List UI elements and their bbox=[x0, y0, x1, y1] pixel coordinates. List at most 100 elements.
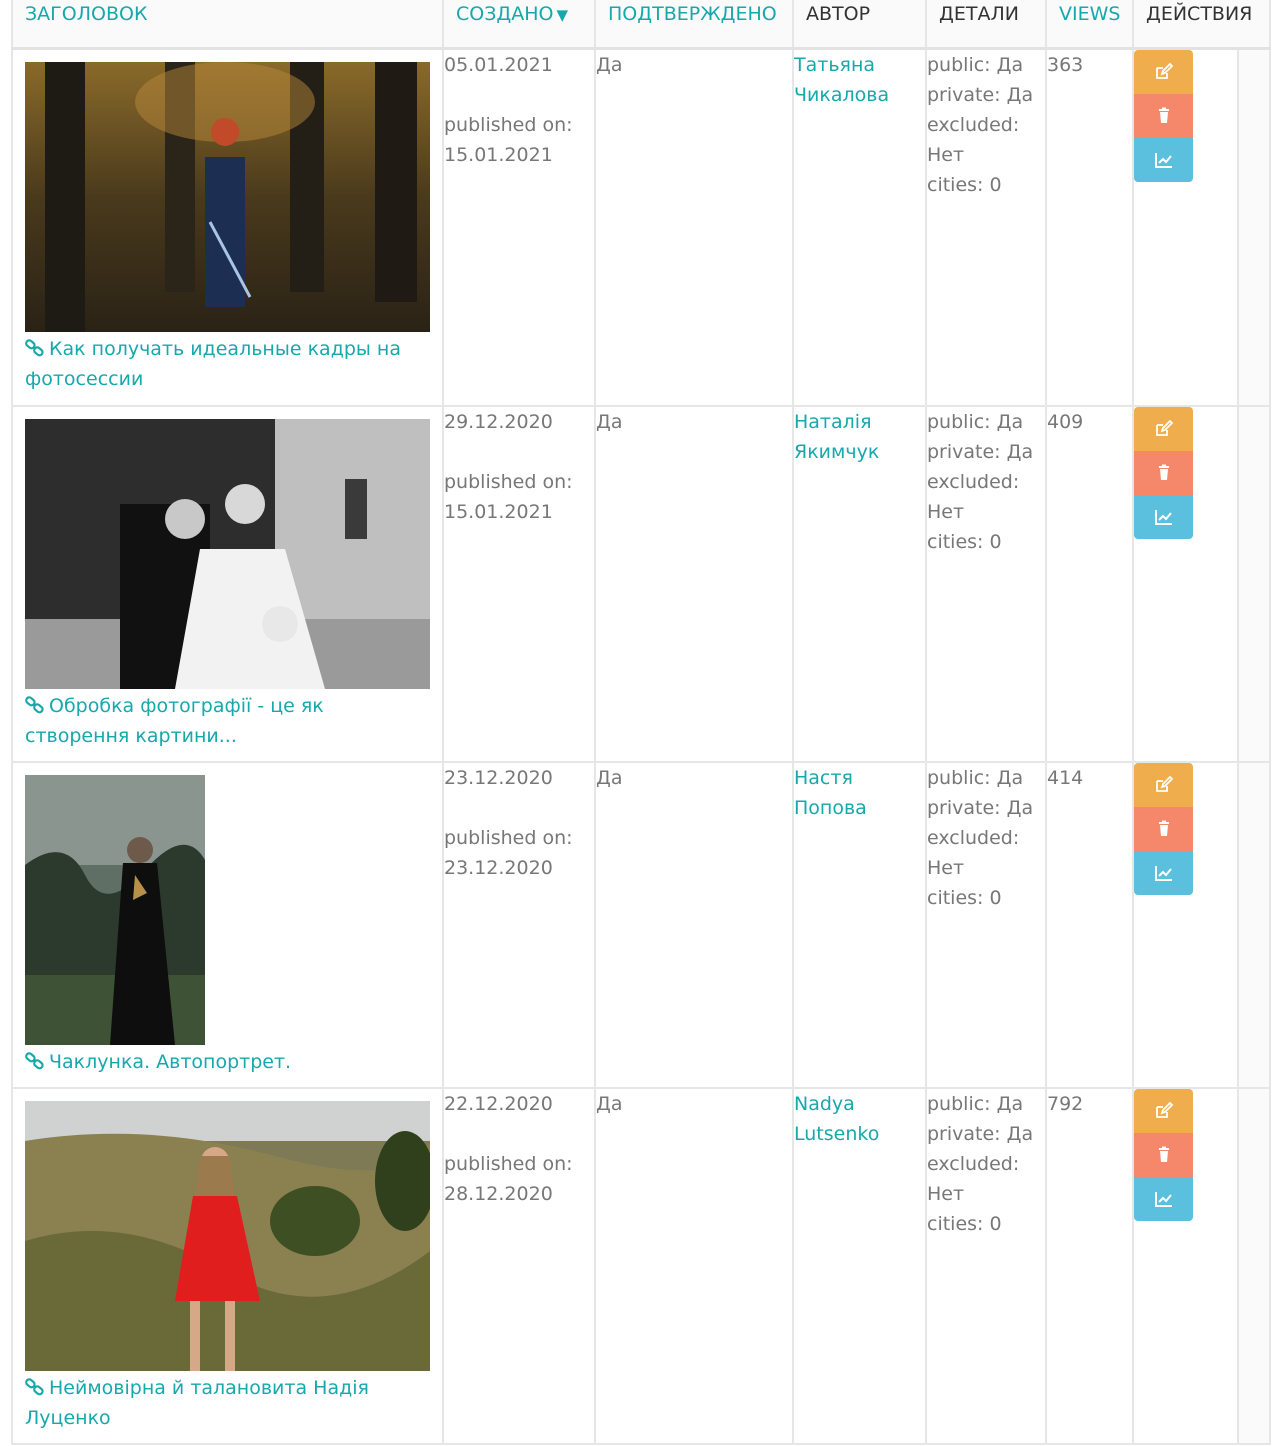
author-cell: Настя Попова bbox=[792, 761, 927, 1089]
actions-cell bbox=[1132, 1087, 1239, 1445]
column-created-label: Создано bbox=[456, 3, 554, 25]
post-title-link[interactable]: Чаклунка. Автопортрет. bbox=[25, 1047, 430, 1077]
stats-button[interactable] bbox=[1134, 494, 1193, 539]
link-icon bbox=[25, 339, 44, 357]
filler-cell bbox=[1236, 48, 1272, 407]
detail-excluded: excluded: Нет bbox=[927, 826, 1020, 879]
edit-button[interactable] bbox=[1134, 762, 1193, 807]
detail-private: private: Да bbox=[927, 796, 1034, 819]
trash-icon bbox=[1158, 107, 1169, 123]
views-cell: 409 bbox=[1045, 405, 1134, 763]
edit-button[interactable] bbox=[1134, 50, 1193, 94]
stats-button[interactable] bbox=[1134, 1176, 1193, 1221]
author-link[interactable]: Татьяна Чикалова bbox=[794, 54, 889, 106]
post-thumbnail[interactable] bbox=[25, 418, 430, 689]
edit-icon bbox=[1155, 1101, 1173, 1118]
published-date: 23.12.2020 bbox=[444, 856, 553, 879]
post-thumbnail[interactable] bbox=[25, 62, 430, 332]
column-views-label: Views bbox=[1059, 3, 1121, 25]
detail-public: public: Да bbox=[927, 54, 1024, 76]
detail-private: private: Да bbox=[927, 84, 1034, 106]
created-cell: 29.12.2020 published on: 15.01.2021 bbox=[442, 405, 596, 763]
created-date: 05.01.2021 bbox=[444, 54, 553, 76]
post-thumbnail[interactable] bbox=[25, 1100, 430, 1371]
views-count: 792 bbox=[1047, 1092, 1084, 1115]
confirmed-value: Да bbox=[596, 1092, 623, 1115]
created-date: 29.12.2020 bbox=[444, 410, 553, 433]
detail-cities: cities: 0 bbox=[927, 886, 1002, 909]
delete-button[interactable] bbox=[1134, 806, 1193, 851]
post-thumbnail[interactable] bbox=[25, 774, 205, 1045]
trash-icon bbox=[1158, 464, 1169, 480]
column-header-created[interactable]: Создано ▼ bbox=[442, 0, 596, 50]
column-details-label: Детали bbox=[939, 3, 1019, 25]
detail-private: private: Да bbox=[927, 440, 1034, 463]
filler-cell bbox=[1236, 761, 1272, 1089]
sort-desc-icon: ▼ bbox=[556, 6, 569, 24]
edit-icon bbox=[1155, 419, 1173, 436]
published-label: published on: bbox=[444, 470, 573, 493]
title-cell: Неймовірна й талановита Надія Луценко bbox=[11, 1087, 444, 1445]
created-date: 23.12.2020 bbox=[444, 766, 553, 789]
post-title-text: Неймовірна й талановита Надія Луценко bbox=[25, 1376, 369, 1429]
stats-button[interactable] bbox=[1134, 138, 1193, 182]
detail-excluded: excluded: Нет bbox=[927, 1152, 1020, 1205]
confirmed-cell: Да bbox=[594, 761, 794, 1089]
column-header-title[interactable]: Заголовок bbox=[11, 0, 444, 50]
published-label: published on: bbox=[444, 114, 573, 136]
confirmed-value: Да bbox=[596, 410, 623, 433]
post-title-link[interactable]: Как получать идеальные кадры на фотосесс… bbox=[25, 334, 430, 394]
detail-excluded: excluded: Нет bbox=[927, 114, 1020, 166]
column-header-confirmed[interactable]: Подтверждено bbox=[594, 0, 794, 50]
title-cell: Как получать идеальные кадры на фотосесс… bbox=[11, 48, 444, 407]
edit-button[interactable] bbox=[1134, 1088, 1193, 1133]
created-cell: 05.01.2021 published on: 15.01.2021 bbox=[442, 48, 596, 407]
line-chart-icon bbox=[1154, 153, 1172, 168]
delete-button[interactable] bbox=[1134, 450, 1193, 495]
edit-icon bbox=[1155, 775, 1173, 792]
trash-icon bbox=[1158, 1146, 1169, 1162]
actions-cell bbox=[1132, 405, 1239, 763]
published-date: 15.01.2021 bbox=[444, 500, 553, 523]
line-chart-icon bbox=[1154, 865, 1172, 881]
author-link[interactable]: Nadya Lutsenko bbox=[794, 1093, 879, 1145]
published-date: 28.12.2020 bbox=[444, 1182, 553, 1205]
post-title-text: Как получать идеальные кадры на фотосесс… bbox=[25, 338, 401, 390]
author-cell: Nadya Lutsenko bbox=[792, 1087, 927, 1445]
link-icon bbox=[25, 1051, 44, 1069]
post-title-link[interactable]: Обробка фотографії - це як створення кар… bbox=[25, 691, 430, 751]
author-link[interactable]: Наталія Якимчук bbox=[794, 411, 879, 463]
views-cell: 414 bbox=[1045, 761, 1134, 1089]
detail-public: public: Да bbox=[927, 1092, 1024, 1115]
column-author-label: Автор bbox=[806, 3, 871, 25]
edit-button[interactable] bbox=[1134, 406, 1193, 451]
published-label: published on: bbox=[444, 826, 573, 849]
post-title-text: Чаклунка. Автопортрет. bbox=[49, 1050, 292, 1073]
table-header: Заголовок Создано ▼ Подтверждено Автор Де… bbox=[11, 0, 1272, 50]
column-actions-label: Действия bbox=[1146, 3, 1253, 25]
link-icon bbox=[25, 695, 44, 713]
author-cell: Наталія Якимчук bbox=[792, 405, 927, 763]
table-row: Обробка фотографії - це як створення кар… bbox=[11, 405, 1272, 763]
edit-icon bbox=[1155, 63, 1173, 79]
views-count: 409 bbox=[1047, 410, 1084, 433]
detail-excluded: excluded: Нет bbox=[927, 470, 1020, 523]
detail-private: private: Да bbox=[927, 1122, 1034, 1145]
post-title-text: Обробка фотографії - це як створення кар… bbox=[25, 694, 324, 747]
views-cell: 792 bbox=[1045, 1087, 1134, 1445]
stats-button[interactable] bbox=[1134, 850, 1193, 895]
column-header-views[interactable]: Views bbox=[1045, 0, 1134, 50]
delete-button[interactable] bbox=[1134, 94, 1193, 138]
column-header-details: Детали bbox=[925, 0, 1047, 50]
views-cell: 363 bbox=[1045, 48, 1134, 407]
post-title-link[interactable]: Неймовірна й талановита Надія Луценко bbox=[25, 1373, 430, 1433]
views-count: 363 bbox=[1047, 54, 1084, 76]
delete-button[interactable] bbox=[1134, 1132, 1193, 1177]
confirmed-value: Да bbox=[596, 54, 623, 76]
line-chart-icon bbox=[1154, 1191, 1172, 1207]
table-row: Как получать идеальные кадры на фотосесс… bbox=[11, 48, 1272, 407]
detail-cities: cities: 0 bbox=[927, 174, 1002, 196]
author-link[interactable]: Настя Попова bbox=[794, 767, 867, 819]
filler-cell bbox=[1236, 405, 1272, 763]
confirmed-value: Да bbox=[596, 766, 623, 789]
